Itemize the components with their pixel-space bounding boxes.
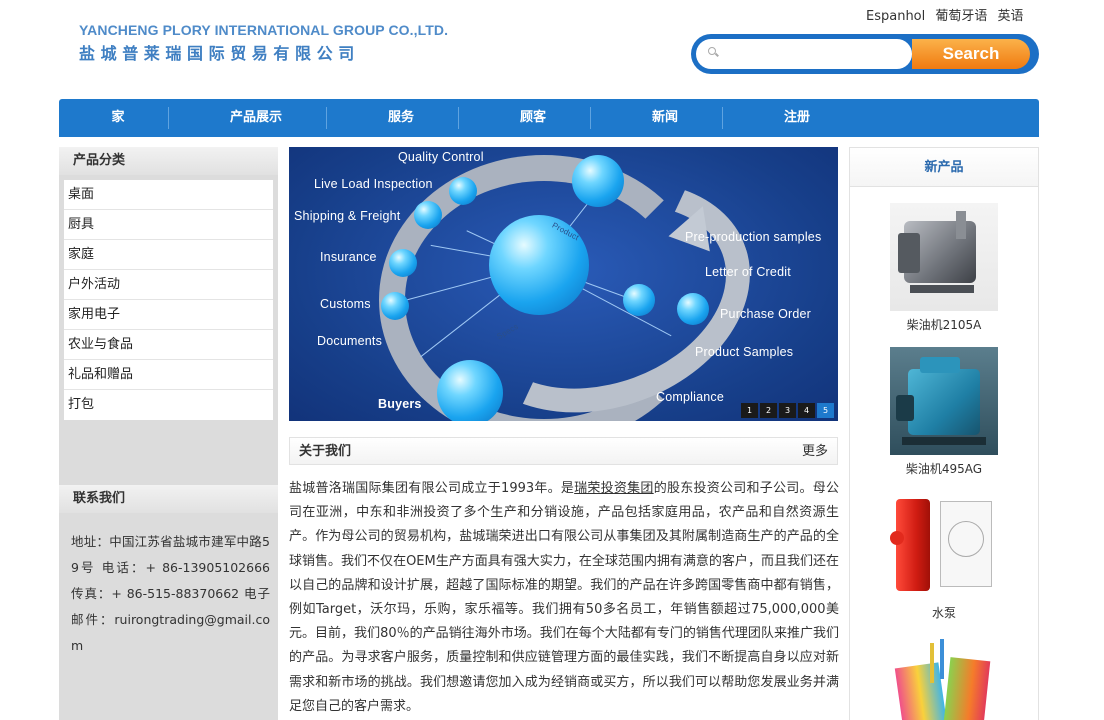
nav-customers[interactable]: 顾客 [458, 99, 599, 137]
product-image-engine[interactable] [890, 347, 998, 455]
sphere-icon [623, 284, 655, 316]
search-bar: Search [691, 34, 1039, 74]
category-item[interactable]: 农业与食品 [64, 330, 273, 360]
search-icon [708, 47, 716, 55]
category-item[interactable]: 厨具 [64, 210, 273, 240]
nav-register[interactable]: 注册 [722, 99, 863, 137]
slider-dot-1[interactable]: 1 [741, 403, 758, 418]
product-image-stationery[interactable] [890, 635, 998, 720]
banner-label: Letter of Credit [705, 265, 791, 279]
slider-dot-2[interactable]: 2 [760, 403, 777, 418]
banner-label: Pre-production samples [685, 230, 822, 244]
product-card[interactable]: 柴油机495AG [890, 347, 998, 477]
sphere-icon [381, 292, 409, 320]
lang-espanhol-link[interactable]: Espanhol [866, 9, 925, 24]
banner-label: Insurance [320, 250, 377, 264]
slider-pagination: 1 2 3 4 5 [741, 403, 834, 418]
investment-group-link[interactable]: 瑞荣投资集团 [574, 481, 654, 496]
lang-english-link[interactable]: 英语 [998, 9, 1024, 24]
sphere-icon [389, 249, 417, 277]
banner-label: Live Load Inspection [314, 177, 433, 191]
category-item[interactable]: 打包 [64, 390, 273, 420]
category-item[interactable]: 桌面 [64, 180, 273, 210]
banner-label: Product Samples [695, 345, 794, 359]
banner-label: Quality Control [398, 150, 484, 164]
about-title: 关于我们 [299, 444, 352, 459]
banner-label: Purchase Order [720, 307, 812, 321]
category-item[interactable]: 家庭 [64, 240, 273, 270]
page: YANCHENG PLORY INTERNATIONAL GROUP CO.,L… [0, 0, 1104, 720]
sphere-icon [449, 177, 477, 205]
sphere-icon [572, 155, 624, 207]
about-header: 关于我们 更多 [289, 437, 838, 465]
about-text: 盐城普洛瑞国际集团有限公司成立于1993年。是瑞荣投资集团的股东投资公司和子公司… [289, 477, 839, 719]
slider-dot-3[interactable]: 3 [779, 403, 796, 418]
nav-news[interactable]: 新闻 [590, 99, 731, 137]
product-name[interactable]: 柴油机495AG [890, 460, 998, 477]
product-card[interactable]: 柴油机2105A [890, 203, 998, 333]
product-name[interactable]: 水泵 [890, 604, 998, 621]
product-card[interactable]: 水泵 [890, 491, 998, 621]
new-products-panel: 新产品 柴油机2105A 柴油机495AG 水泵 [849, 147, 1039, 720]
about-text-part: 盐城普洛瑞国际集团有限公司成立于1993年。是 [289, 481, 575, 496]
category-item[interactable]: 礼品和赠品 [64, 360, 273, 390]
slider-dot-5[interactable]: 5 [817, 403, 834, 418]
left-sidebar: 产品分类 桌面 厨具 家庭 户外活动 家用电子 农业与食品 礼品和赠品 打包 联… [59, 147, 278, 720]
company-logo[interactable]: YANCHENG PLORY INTERNATIONAL GROUP CO.,L… [79, 22, 448, 64]
categories-title: 产品分类 [59, 147, 278, 175]
category-item[interactable]: 家用电子 [64, 300, 273, 330]
about-text-part: 的股东投资公司和子公司。母公司在亚洲，中东和非洲投资了多个生产和分销设施，产品包… [289, 481, 839, 714]
banner-label: Documents [317, 334, 383, 348]
category-item[interactable]: 户外活动 [64, 270, 273, 300]
company-name-cn: 盐城普莱瑞国际贸易有限公司 [79, 44, 360, 63]
main-nav: 家 产品展示 服务 顾客 新闻 注册 [59, 99, 1039, 137]
new-products-title: 新产品 [850, 148, 1038, 187]
product-name[interactable]: 柴油机2105A [890, 316, 998, 333]
banner-label: Compliance [656, 390, 725, 404]
banner-slider[interactable]: Quality Control Live Load Inspection Shi… [289, 147, 838, 421]
about-more-link[interactable]: 更多 [802, 438, 828, 466]
banner-label: Shipping & Freight [294, 209, 401, 223]
product-image-engine[interactable] [890, 203, 998, 311]
product-image-pump[interactable] [890, 491, 998, 599]
contact-info: 地址：中国江苏省盐城市建军中路59号 电话：+ 86-13905102666 传… [71, 534, 270, 653]
search-box [696, 39, 912, 69]
search-button[interactable]: Search [912, 39, 1030, 69]
category-list: 桌面 厨具 家庭 户外活动 家用电子 农业与食品 礼品和赠品 打包 [64, 180, 273, 420]
banner-label: Buyers [378, 397, 422, 411]
banner-label: Customs [320, 297, 371, 311]
nav-products[interactable]: 产品展示 [168, 99, 335, 137]
search-input[interactable] [722, 43, 902, 65]
sphere-icon [677, 293, 709, 325]
slider-dot-4[interactable]: 4 [798, 403, 815, 418]
product-card[interactable] [890, 635, 998, 720]
sphere-icon [414, 201, 442, 229]
lang-portuguese-link[interactable]: 葡萄牙语 [935, 9, 987, 24]
nav-home[interactable]: 家 [59, 99, 177, 137]
nav-services[interactable]: 服务 [326, 99, 467, 137]
sphere-icon [437, 360, 503, 421]
contact-title: 联系我们 [59, 485, 278, 513]
language-switcher: Espanhol 葡萄牙语 英语 [866, 5, 1030, 24]
company-name-en: YANCHENG PLORY INTERNATIONAL GROUP CO.,L… [79, 22, 449, 38]
